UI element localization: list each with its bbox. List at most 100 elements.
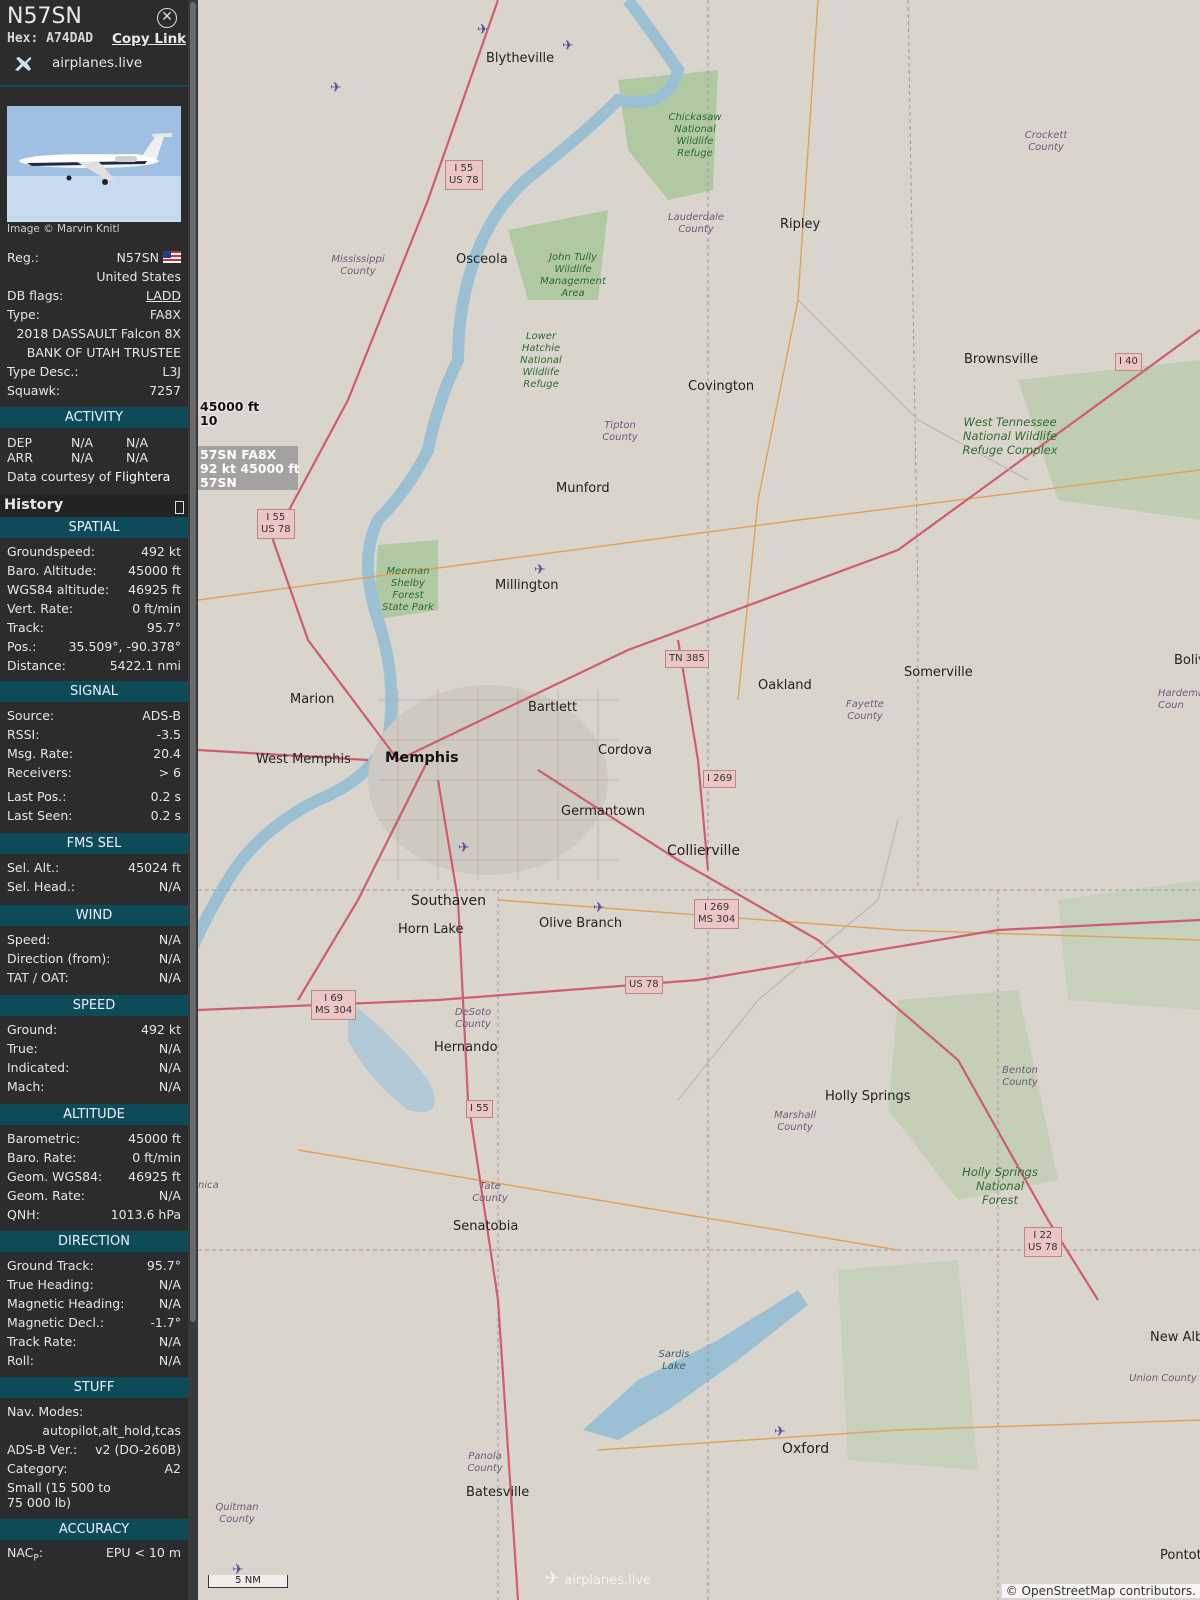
aircraft-icon[interactable]: ✈ bbox=[458, 840, 470, 856]
map-base bbox=[198, 0, 1200, 1600]
altitude-field-value: 0 ft/min bbox=[132, 1150, 181, 1165]
copy-link-button[interactable]: Copy Link bbox=[112, 31, 186, 47]
hex-value: A74DAD bbox=[46, 31, 94, 46]
altitude-row: Geom. WGS84: 46925 ft bbox=[7, 1169, 181, 1188]
city-label: Southaven bbox=[411, 893, 487, 909]
fms-field-value: N/A bbox=[158, 879, 181, 894]
selected-aircraft-altitude: 45000 ft bbox=[200, 399, 260, 414]
direction-field-label: Track Rate: bbox=[7, 1334, 77, 1349]
watermark-plane-icon: ✈ bbox=[545, 1568, 561, 1589]
dbflags-value[interactable]: LADD bbox=[146, 288, 181, 303]
aircraft-icon[interactable]: ✈ bbox=[774, 1424, 786, 1440]
aircraft-photo-image bbox=[7, 106, 181, 222]
speed-field-label: Mach: bbox=[7, 1079, 45, 1094]
aircraft-icon[interactable]: ✈ bbox=[593, 900, 605, 916]
direction-field-value: -1.7° bbox=[150, 1315, 181, 1330]
county-label: nica bbox=[198, 1180, 219, 1191]
signal-field-value: 20.4 bbox=[153, 746, 181, 761]
spatial-field-value: 492 kt bbox=[141, 544, 181, 559]
speed-field-label: True: bbox=[7, 1041, 38, 1056]
signal-row: Last Seen: 0.2 s bbox=[7, 808, 181, 827]
map-view[interactable]: Blytheville Osceola Ripley Covington Bro… bbox=[198, 0, 1200, 1600]
typedesc-row: Type Desc.: L3J bbox=[7, 364, 181, 383]
county-label: Lauderdale County bbox=[667, 212, 725, 235]
reg-row: Reg.: N57SN bbox=[7, 250, 181, 269]
county-label: Union County bbox=[1129, 1373, 1197, 1384]
photo-credit: Image © Marvin Knitl bbox=[7, 223, 120, 235]
city-label: Hernando bbox=[434, 1040, 498, 1055]
navmodes-value: autopilot,alt_hold,tcas bbox=[42, 1423, 181, 1438]
aircraft-model: 2018 DASSAULT Falcon 8X bbox=[16, 326, 181, 341]
signal-row: RSSI: -3.5 bbox=[7, 727, 181, 746]
signal-row: Receivers: > 6 bbox=[7, 765, 181, 784]
reg-value: N57SN bbox=[116, 250, 160, 265]
spatial-header: SPATIAL bbox=[0, 517, 188, 538]
typedesc-value: L3J bbox=[162, 364, 181, 379]
speed-field-label: Indicated: bbox=[7, 1060, 70, 1075]
airplanes-live-icon[interactable] bbox=[10, 50, 36, 76]
history-checkbox-icon[interactable] bbox=[175, 501, 184, 514]
signal-field-value: ADS-B bbox=[142, 708, 181, 723]
wind-field-label: Direction (from): bbox=[7, 951, 111, 966]
city-label: Oakland bbox=[758, 678, 812, 693]
fms-header: FMS SEL bbox=[0, 833, 188, 854]
city-label: Millington bbox=[495, 578, 559, 593]
signal-field-label: Last Pos.: bbox=[7, 789, 67, 804]
city-label: Horn Lake bbox=[398, 922, 464, 937]
city-label: Somerville bbox=[904, 665, 973, 680]
history-title: History bbox=[4, 497, 64, 513]
aircraft-icon[interactable]: ✈ bbox=[534, 562, 546, 578]
scrollbar-thumb[interactable] bbox=[190, 2, 196, 1322]
spatial-row: Vert. Rate: 0 ft/min bbox=[7, 601, 181, 620]
city-label: Munford bbox=[556, 481, 610, 496]
spatial-row: Groundspeed: 492 kt bbox=[7, 544, 181, 563]
shield-text: I 69 MS 304 bbox=[315, 993, 353, 1016]
direction-row: Track Rate: N/A bbox=[7, 1334, 181, 1353]
direction-field-value: 95.7° bbox=[146, 1258, 181, 1273]
aircraft-photo[interactable] bbox=[7, 106, 181, 222]
altitude-field-value: N/A bbox=[158, 1188, 181, 1203]
dbflags-row: DB flags: LADD bbox=[7, 288, 181, 307]
shield-text: I 269 bbox=[707, 773, 733, 784]
category-value: A2 bbox=[164, 1461, 181, 1476]
city-label: Ripley bbox=[780, 217, 821, 232]
accuracy-header: ACCURACY bbox=[0, 1519, 188, 1540]
signal-field-value: 0.2 s bbox=[150, 789, 181, 804]
spatial-field-label: Distance: bbox=[7, 658, 66, 673]
city-label: Pontotoc bbox=[1160, 1548, 1200, 1563]
altitude-field-label: QNH: bbox=[7, 1207, 40, 1222]
close-icon[interactable]: ✕ bbox=[157, 8, 177, 28]
flightera-link[interactable]: Flightera bbox=[115, 469, 170, 484]
route-shield: US 78 bbox=[625, 976, 663, 994]
city-label: Holly Springs bbox=[825, 1089, 911, 1104]
speed-field-value: N/A bbox=[158, 1041, 181, 1056]
aircraft-icon[interactable]: ✈ bbox=[330, 80, 342, 96]
spatial-field-value: 0 ft/min bbox=[132, 601, 181, 616]
shield-text: I 55 US 78 bbox=[261, 512, 291, 535]
altitude-row: Baro. Rate: 0 ft/min bbox=[7, 1150, 181, 1169]
city-label: Marion bbox=[290, 692, 335, 707]
map-watermark: ✈ airplanes.live bbox=[545, 1568, 651, 1589]
fms-field-label: Sel. Head.: bbox=[7, 879, 75, 894]
wind-row: Speed: N/A bbox=[7, 932, 181, 951]
fms-field-label: Sel. Alt.: bbox=[7, 860, 60, 875]
route-shield: I 55 US 78 bbox=[257, 509, 295, 539]
direction-header: DIRECTION bbox=[0, 1231, 188, 1252]
spatial-field-value: 5422.1 nmi bbox=[109, 658, 181, 673]
wind-field-value: N/A bbox=[158, 970, 181, 985]
speed-row: True: N/A bbox=[7, 1041, 181, 1060]
route-shield: I 55 bbox=[466, 1100, 493, 1118]
airplanes-live-link[interactable]: airplanes.live bbox=[52, 55, 142, 71]
direction-field-label: Magnetic Heading: bbox=[7, 1296, 125, 1311]
spatial-field-label: WGS84 altitude: bbox=[7, 582, 110, 597]
panel-scrollbar[interactable] bbox=[188, 0, 198, 1600]
history-toggle[interactable]: History bbox=[0, 494, 188, 519]
aircraft-icon[interactable]: ✈ bbox=[477, 22, 489, 38]
fms-row: Sel. Alt.: 45024 ft bbox=[7, 860, 181, 879]
speed-field-value: 492 kt bbox=[141, 1022, 181, 1037]
aircraft-icon[interactable]: ✈ bbox=[562, 38, 574, 54]
altitude-field-value: 46925 ft bbox=[128, 1169, 181, 1184]
map-attribution[interactable]: © OpenStreetMap contributors. bbox=[1001, 1584, 1200, 1598]
city-label: Collierville bbox=[667, 843, 740, 859]
altitude-field-value: 1013.6 hPa bbox=[110, 1207, 181, 1222]
